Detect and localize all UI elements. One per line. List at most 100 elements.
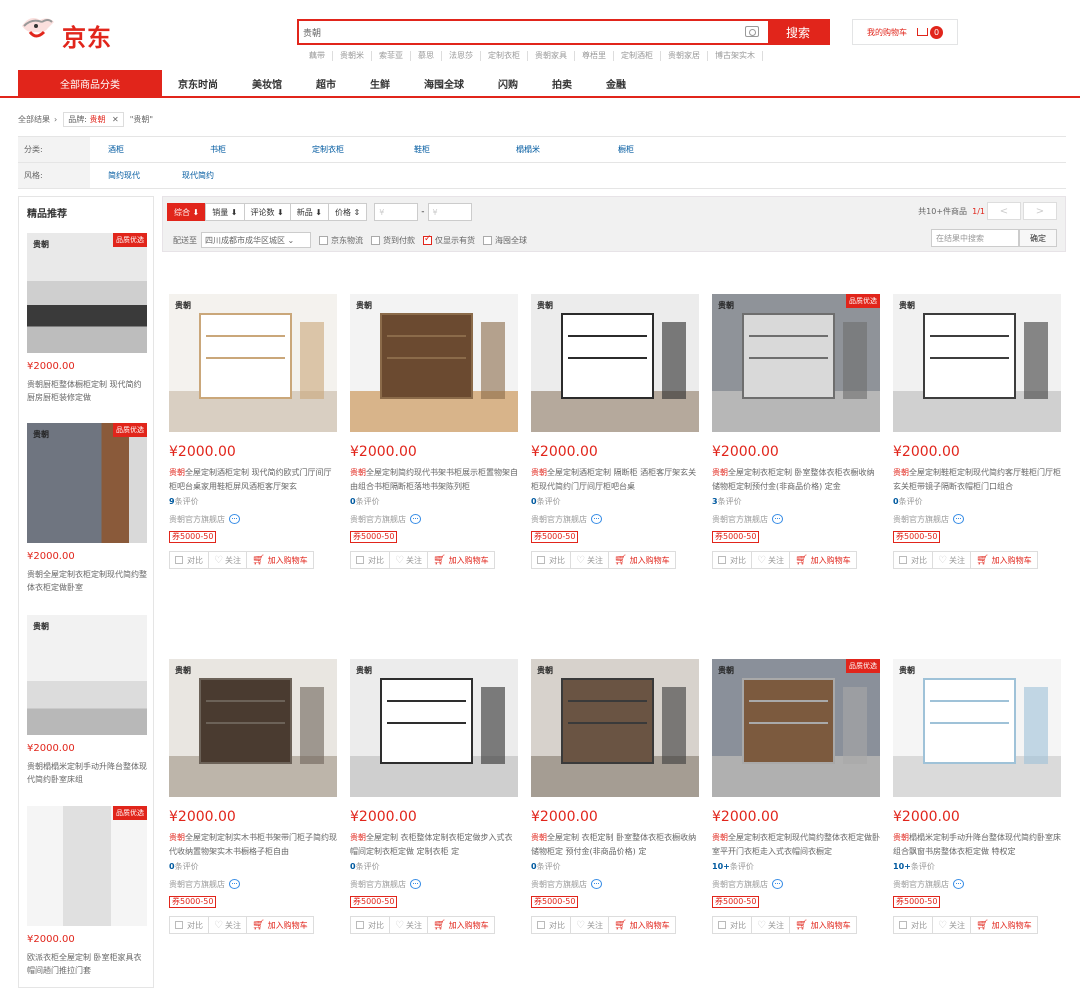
- product-name[interactable]: 贵朝全屋定制定制实木书柜书架带门柜子简约现代收纳置物架实木书橱格子柜自由: [169, 831, 337, 859]
- coupon-badge[interactable]: 券5000-50: [712, 896, 760, 908]
- nav-item[interactable]: 闪购: [498, 76, 518, 91]
- product-brand[interactable]: 贵朝: [350, 833, 366, 842]
- sort-button-price[interactable]: 价格 ⇕: [328, 203, 368, 221]
- product-brand[interactable]: 贵朝: [712, 468, 728, 477]
- filter-value[interactable]: 橱柜: [618, 144, 720, 155]
- product-card[interactable]: 贵朝 ¥2000.00 贵朝全屋定制定制实木书柜书架带门柜子简约现代收纳置物架实…: [169, 659, 337, 934]
- product-card[interactable]: 贵朝 品质优选 ¥2000.00 贵朝全屋定制衣柜定制现代简约整体衣柜定做卧室平…: [712, 659, 880, 934]
- close-icon[interactable]: ✕: [112, 115, 119, 124]
- product-comments[interactable]: 0条评价: [531, 496, 699, 508]
- product-card[interactable]: 贵朝 ¥2000.00 贵朝全屋定制 衣柜整体定制衣柜定做步入式衣帽间定制衣柜定…: [350, 659, 518, 934]
- product-image[interactable]: 贵朝: [350, 294, 518, 432]
- product-card[interactable]: 贵朝 ¥2000.00 贵朝全屋定制简约现代书架书柜展示柜置物架自由组合书柜隔断…: [350, 294, 518, 569]
- hot-word[interactable]: 尊梧里: [575, 51, 614, 61]
- product-name[interactable]: 贵朝榻榻米定制手动升降台整体现代简约卧室床组合飘窗书房整体衣柜定做 特权定: [893, 831, 1061, 859]
- shop-name[interactable]: 贵朝官方旗舰店: [169, 879, 225, 890]
- product-name[interactable]: 贵朝全屋定制酒柜定制 隔断柜 酒柜客厅架玄关柜现代简约门厅间厅柜吧台桌: [531, 466, 699, 494]
- add-to-cart-button[interactable]: 🛒︎ 加入购物车: [788, 551, 857, 569]
- product-image[interactable]: 贵朝: [169, 294, 337, 432]
- price-from-input[interactable]: ¥: [374, 203, 419, 221]
- product-title[interactable]: 全屋定制酒柜定制 现代简约欧式门厅间厅柜吧台桌家用鞋柜屏风酒柜客厅架玄: [169, 468, 332, 491]
- product-comments[interactable]: 0条评价: [350, 861, 518, 873]
- follow-button[interactable]: ♡ 关注: [208, 916, 247, 934]
- product-comments[interactable]: 10+条评价: [893, 861, 1061, 873]
- hot-word[interactable]: 法恩莎: [442, 51, 481, 61]
- product-title[interactable]: 全屋定制定制实木书柜书架带门柜子简约现代收纳置物架实木书橱格子柜自由: [169, 833, 337, 856]
- product-image[interactable]: 贵朝: [531, 659, 699, 797]
- product-card[interactable]: 贵朝 ¥2000.00 贵朝全屋定制酒柜定制 现代简约欧式门厅间厅柜吧台桌家用鞋…: [169, 294, 337, 569]
- product-brand[interactable]: 贵朝: [893, 833, 909, 842]
- add-to-cart-button[interactable]: 🛒︎ 加入购物车: [969, 551, 1038, 569]
- compare-button[interactable]: 对比: [169, 916, 209, 934]
- checkbox-in-stock[interactable]: 仅显示有货: [423, 234, 475, 246]
- checkbox-jd-logistics[interactable]: 京东物流: [319, 235, 363, 246]
- compare-button[interactable]: 对比: [531, 551, 571, 569]
- compare-button[interactable]: 对比: [893, 916, 933, 934]
- product-card[interactable]: 贵朝 ¥2000.00 贵朝全屋定制酒柜定制 隔断柜 酒柜客厅架玄关柜现代简约门…: [531, 294, 699, 569]
- nav-item[interactable]: 美妆馆: [252, 76, 282, 91]
- sidebar-product[interactable]: 贵朝 品质优选 ¥2000.00 贵朝全屋定制衣柜定制现代简约整体衣柜定做卧室: [27, 423, 147, 594]
- product-image[interactable]: 贵朝 品质优选: [27, 423, 147, 543]
- shop-name[interactable]: 贵朝官方旗舰店: [531, 879, 587, 890]
- hot-word[interactable]: 定制衣柜: [481, 51, 528, 61]
- follow-button[interactable]: ♡ 关注: [570, 551, 609, 569]
- coupon-badge[interactable]: 券5000-50: [712, 531, 760, 543]
- nav-item[interactable]: 海囤全球: [424, 76, 464, 91]
- nav-item[interactable]: 拍卖: [552, 76, 572, 91]
- hot-word[interactable]: 贵朝家居: [661, 51, 708, 61]
- price-to-input[interactable]: ¥: [427, 203, 472, 221]
- product-title[interactable]: 榻榻米定制手动升降台整体现代简约卧室床组合飘窗书房整体衣柜定做 特权定: [893, 833, 1061, 856]
- product-name[interactable]: 贵朝全屋定制酒柜定制 现代简约欧式门厅间厅柜吧台桌家用鞋柜屏风酒柜客厅架玄: [169, 466, 337, 494]
- follow-button[interactable]: ♡ 关注: [932, 916, 971, 934]
- filter-value[interactable]: 定制衣柜: [312, 144, 414, 155]
- compare-button[interactable]: 对比: [169, 551, 209, 569]
- product-comments[interactable]: 0条评价: [531, 861, 699, 873]
- checkbox-cod[interactable]: 货到付款: [371, 235, 415, 246]
- product-name[interactable]: 贵朝榻榻米定制手动升降台整体现代简约卧室床组: [27, 760, 147, 786]
- breadcrumb-all[interactable]: 全部结果: [18, 114, 50, 125]
- hot-word[interactable]: 慕思: [411, 51, 442, 61]
- product-title[interactable]: 全屋定制简约现代书架书柜展示柜置物架自由组合书柜隔断柜落地书架陈列柜: [350, 468, 518, 491]
- product-brand[interactable]: 贵朝: [712, 833, 728, 842]
- add-to-cart-button[interactable]: 🛒︎ 加入购物车: [607, 551, 676, 569]
- shop-name[interactable]: 贵朝官方旗舰店: [169, 514, 225, 525]
- product-card[interactable]: 贵朝 ¥2000.00 贵朝全屋定制鞋柜定制现代简约客厅鞋柜门厅柜玄关柜带镜子隔…: [893, 294, 1061, 569]
- compare-button[interactable]: 对比: [893, 551, 933, 569]
- product-image[interactable]: 贵朝 品质优选: [27, 233, 147, 353]
- chat-icon[interactable]: [953, 879, 964, 889]
- follow-button[interactable]: ♡ 关注: [570, 916, 609, 934]
- product-brand[interactable]: 贵朝: [531, 833, 547, 842]
- sidebar-product[interactable]: 贵朝 品质优选 ¥2000.00 贵朝厨柜整体橱柜定制 现代简约厨房厨柜装修定做: [27, 233, 147, 404]
- hot-word[interactable]: 定制酒柜: [614, 51, 661, 61]
- product-brand[interactable]: 贵朝: [531, 468, 547, 477]
- filter-value[interactable]: 榻榻米: [516, 144, 618, 155]
- comment-count[interactable]: 10+: [893, 862, 911, 871]
- comment-count[interactable]: 10+: [712, 862, 730, 871]
- filter-value[interactable]: 现代简约: [182, 170, 214, 181]
- product-image[interactable]: 贵朝: [169, 659, 337, 797]
- chat-icon[interactable]: [591, 514, 602, 524]
- product-comments[interactable]: 9条评价: [169, 496, 337, 508]
- shop-name[interactable]: 贵朝官方旗舰店: [712, 514, 768, 525]
- nav-item[interactable]: 生鲜: [370, 76, 390, 91]
- coupon-badge[interactable]: 券5000-50: [350, 531, 398, 543]
- shop-name[interactable]: 贵朝官方旗舰店: [350, 879, 406, 890]
- jd-logo[interactable]: 京东: [18, 10, 128, 52]
- product-image[interactable]: 贵朝: [893, 294, 1061, 432]
- chat-icon[interactable]: [229, 514, 240, 524]
- product-title[interactable]: 全屋定制衣柜定制 卧室整体衣柜衣橱收纳储物柜定制预付金(非商品价格) 定金: [712, 468, 875, 491]
- address-select[interactable]: 四川成都市成华区城区 ⌄: [201, 232, 311, 248]
- product-comments[interactable]: 10+条评价: [712, 861, 880, 873]
- follow-button[interactable]: ♡ 关注: [208, 551, 247, 569]
- chat-icon[interactable]: [410, 879, 421, 889]
- product-title[interactable]: 全屋定制 衣柜整体定制衣柜定做步入式衣帽间定制衣柜定做 定制衣柜 定: [350, 833, 513, 856]
- hot-word[interactable]: 博古架实木: [708, 51, 763, 61]
- product-name[interactable]: 欧派衣柜全屋定制 卧室柜家具衣帽间趟门推拉门套: [27, 951, 147, 977]
- product-title[interactable]: 全屋定制酒柜定制 隔断柜 酒柜客厅架玄关柜现代简约门厅间厅柜吧台桌: [531, 468, 696, 491]
- compare-button[interactable]: 对比: [350, 551, 390, 569]
- coupon-badge[interactable]: 券5000-50: [893, 531, 941, 543]
- product-name[interactable]: 贵朝全屋定制 衣柜整体定制衣柜定做步入式衣帽间定制衣柜定做 定制衣柜 定: [350, 831, 518, 859]
- chat-icon[interactable]: [229, 879, 240, 889]
- hot-word[interactable]: 贵朝米: [333, 51, 372, 61]
- hot-word[interactable]: 藕带: [297, 51, 333, 61]
